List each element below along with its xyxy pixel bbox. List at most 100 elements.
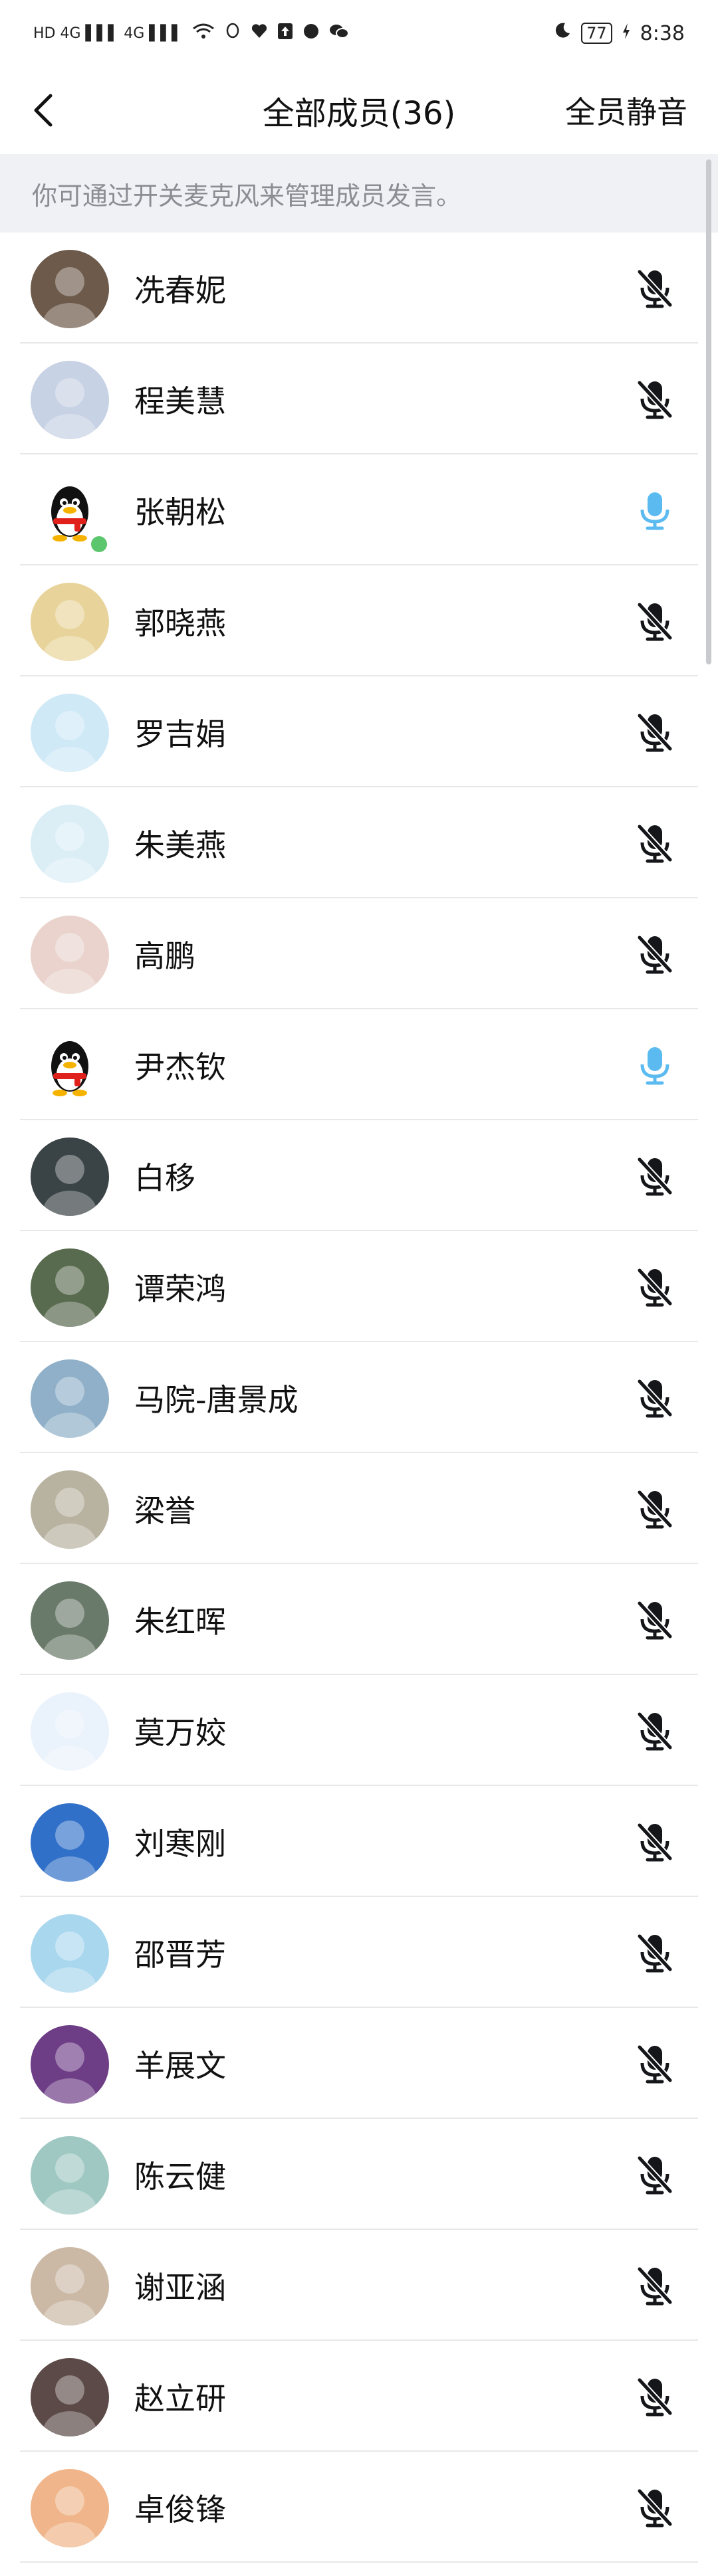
status-left: HD 4G ▌▌▌ 4G ▌▌▌ — [33, 23, 350, 44]
member-row[interactable]: 卓俊锋 — [0, 2452, 718, 2563]
member-row[interactable]: 朱美燕 — [0, 787, 718, 898]
member-row[interactable]: 邵晋芳 — [0, 1897, 718, 2008]
microphone-off-icon[interactable] — [632, 2262, 678, 2309]
member-row[interactable]: 马院-唐景成 — [0, 1342, 718, 1453]
avatar[interactable] — [31, 2247, 109, 2326]
avatar[interactable] — [31, 2469, 109, 2547]
back-button[interactable] — [23, 90, 62, 130]
wifi-icon — [192, 23, 215, 44]
member-name: 梁誉 — [134, 1492, 195, 1529]
member-name: 谢亚涵 — [134, 2269, 226, 2306]
avatar[interactable] — [31, 1914, 109, 1993]
microphone-off-icon[interactable] — [632, 709, 678, 755]
member-row[interactable]: 郭晓燕 — [0, 565, 718, 676]
member-row[interactable]: 尹杰钦 — [0, 1009, 718, 1120]
microphone-off-icon[interactable] — [632, 598, 678, 644]
avatar[interactable] — [31, 1581, 109, 1660]
microphone-off-icon[interactable] — [632, 931, 678, 977]
member-name: 莫万姣 — [134, 1714, 226, 1751]
status-bar: HD 4G ▌▌▌ 4G ▌▌▌ 77 8:38 — [0, 0, 718, 66]
notice-banner: 你可通过开关麦克风来管理成员发言。 — [0, 154, 718, 233]
microphone-off-icon[interactable] — [632, 1597, 678, 1643]
microphone-off-icon[interactable] — [632, 1708, 678, 1754]
avatar[interactable] — [31, 805, 109, 883]
member-name: 刘寒刚 — [134, 1825, 226, 1862]
member-row[interactable]: 张朝松 — [0, 454, 718, 565]
member-row[interactable]: 谢亚涵 — [0, 2230, 718, 2341]
microphone-off-icon[interactable] — [632, 1486, 678, 1532]
online-badge — [89, 534, 109, 554]
member-row[interactable]: 梁誉 — [0, 1453, 718, 1564]
member-row[interactable]: 罗吉娟 — [0, 676, 718, 787]
microphone-off-icon[interactable] — [632, 2151, 678, 2198]
microphone-off-icon[interactable] — [632, 1153, 678, 1199]
member-row[interactable]: 白移 — [0, 1120, 718, 1231]
member-name: 罗吉娟 — [134, 716, 226, 752]
avatar[interactable] — [31, 250, 109, 328]
member-name: 尹杰钦 — [134, 1048, 226, 1085]
microphone-off-icon[interactable] — [632, 1930, 678, 1976]
microphone-off-icon[interactable] — [632, 1819, 678, 1865]
upload-icon — [277, 23, 293, 44]
chevron-left-icon — [34, 94, 53, 127]
mute-all-button[interactable]: 全员静音 — [565, 88, 687, 132]
microphone-off-icon[interactable] — [632, 376, 678, 423]
member-row[interactable]: 赵立研 — [0, 2341, 718, 2452]
microphone-off-icon[interactable] — [632, 265, 678, 312]
avatar[interactable] — [31, 1027, 109, 1105]
member-row[interactable]: 陈云健 — [0, 2119, 718, 2230]
member-row[interactable]: 冼春妮 — [0, 233, 718, 344]
microphone-on-icon[interactable] — [632, 1042, 678, 1088]
avatar[interactable] — [31, 583, 109, 661]
member-row[interactable]: 莫万姣 — [0, 1675, 718, 1786]
qq-icon — [224, 23, 241, 44]
moon-icon — [553, 21, 572, 45]
avatar[interactable] — [31, 1692, 109, 1771]
member-name: 赵立研 — [134, 2380, 226, 2417]
member-name: 冼春妮 — [134, 272, 226, 308]
member-row[interactable]: 程美慧 — [0, 344, 718, 454]
avatar[interactable] — [31, 2358, 109, 2436]
status-right: 77 8:38 — [553, 21, 685, 45]
microphone-on-icon[interactable] — [632, 487, 678, 534]
member-list: 冼春妮程美慧张朝松 郭晓燕罗吉娟朱美燕高鹏尹杰钦白移谭荣鸿马院-唐景成 梁誉朱红晖莫… — [0, 233, 718, 2563]
member-name: 白移 — [134, 1159, 195, 1196]
member-row[interactable]: 朱红晖 — [0, 1564, 718, 1675]
member-name: 朱红晖 — [134, 1603, 226, 1640]
avatar[interactable] — [31, 2025, 109, 2104]
scrollbar[interactable] — [706, 159, 711, 664]
member-row[interactable]: 羊展文 — [0, 2008, 718, 2119]
microphone-off-icon[interactable] — [632, 1375, 678, 1421]
avatar[interactable] — [31, 2136, 109, 2215]
microphone-off-icon[interactable] — [632, 2484, 678, 2531]
clock-time: 8:38 — [640, 21, 685, 45]
avatar[interactable] — [31, 916, 109, 994]
avatar[interactable] — [31, 1138, 109, 1216]
member-name: 高鹏 — [134, 938, 195, 974]
member-name: 程美慧 — [134, 383, 226, 419]
header: 全部成员(36) 全员静音 — [0, 66, 718, 154]
avatar[interactable] — [31, 1470, 109, 1549]
avatar[interactable] — [31, 361, 109, 439]
charging-icon — [622, 22, 631, 45]
battery-level: 77 — [581, 23, 612, 44]
member-name: 陈云健 — [134, 2158, 226, 2195]
member-row[interactable]: 高鹏 — [0, 898, 718, 1009]
avatar[interactable] — [31, 694, 109, 772]
microphone-off-icon[interactable] — [632, 820, 678, 866]
avatar[interactable] — [31, 1248, 109, 1327]
member-name: 马院-唐景成 — [134, 1381, 299, 1418]
member-name: 谭荣鸿 — [134, 1270, 226, 1307]
microphone-off-icon[interactable] — [632, 1264, 678, 1310]
member-name: 卓俊锋 — [134, 2491, 226, 2527]
member-row[interactable]: 谭荣鸿 — [0, 1231, 718, 1342]
avatar[interactable] — [31, 1803, 109, 1882]
microphone-off-icon[interactable] — [632, 2373, 678, 2420]
wechat-icon — [329, 23, 350, 44]
member-row[interactable]: 刘寒刚 — [0, 1786, 718, 1897]
app-icon — [302, 23, 320, 44]
avatar[interactable] — [31, 1359, 109, 1438]
heart-icon — [251, 23, 268, 43]
member-name: 羊展文 — [134, 2047, 226, 2084]
microphone-off-icon[interactable] — [632, 2040, 678, 2087]
